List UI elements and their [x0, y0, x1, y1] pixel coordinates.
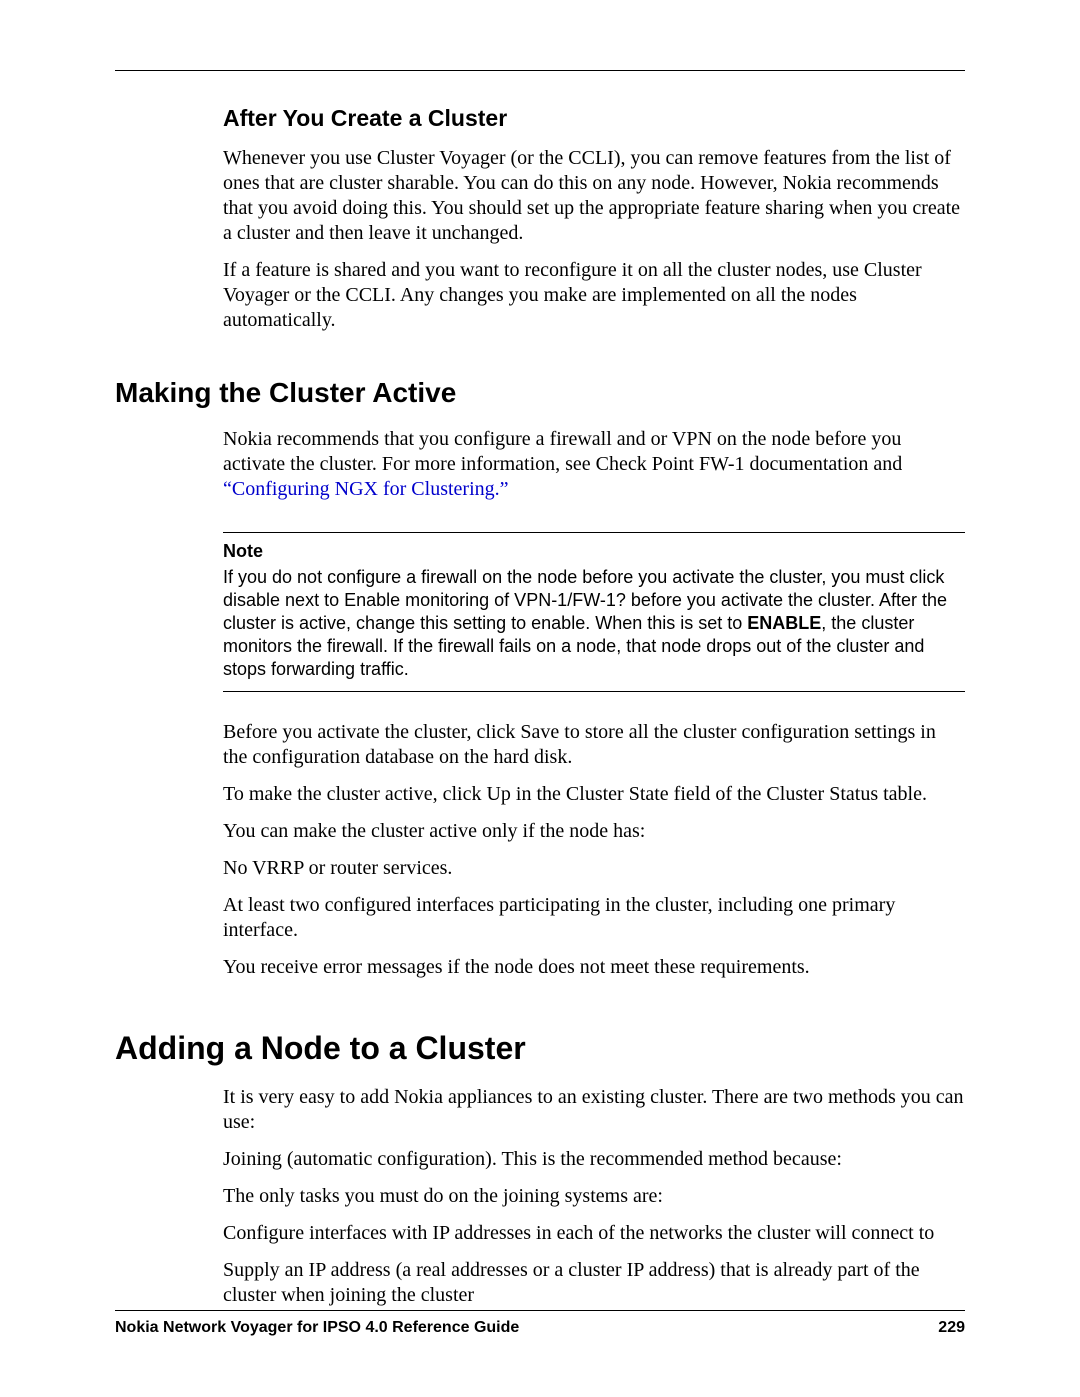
- para-active-5: You receive error messages if the node d…: [223, 955, 965, 980]
- page: After You Create a Cluster Whenever you …: [0, 0, 1080, 1397]
- footer: Nokia Network Voyager for IPSO 4.0 Refer…: [115, 1310, 965, 1337]
- bullet-add-1: Joining (automatic configuration). This …: [223, 1147, 965, 1172]
- heading-making-active: Making the Cluster Active: [115, 377, 965, 409]
- footer-rule: [115, 1310, 965, 1311]
- note-text: If you do not configure a firewall on th…: [223, 566, 965, 681]
- footer-row: Nokia Network Voyager for IPSO 4.0 Refer…: [115, 1319, 965, 1337]
- content-area: After You Create a Cluster Whenever you …: [115, 105, 965, 1320]
- heading-adding-node: Adding a Node to a Cluster: [115, 1030, 965, 1067]
- footer-page-number: 229: [938, 1319, 965, 1337]
- bullet-add-1-1-2: Supply an IP address (a real addresses o…: [223, 1258, 965, 1308]
- bullet-active-1: No VRRP or router services.: [223, 856, 965, 881]
- link-configuring-ngx[interactable]: “Configuring NGX for Clustering.”: [223, 478, 509, 500]
- section-making-active-body: Nokia recommends that you configure a fi…: [223, 427, 965, 980]
- bullet-add-1-1: The only tasks you must do on the joinin…: [223, 1184, 965, 1209]
- note-block: Note If you do not configure a firewall …: [223, 532, 965, 692]
- top-rule: [115, 70, 965, 71]
- section-adding-node-body: It is very easy to add Nokia appliances …: [223, 1085, 965, 1308]
- section-adding-node: Adding a Node to a Cluster It is very ea…: [115, 1030, 965, 1308]
- bullet-active-2: At least two configured interfaces parti…: [223, 893, 965, 943]
- note-strong-enable: ENABLE: [747, 613, 821, 633]
- para-active-3: To make the cluster active, click Up in …: [223, 782, 965, 807]
- footer-title: Nokia Network Voyager for IPSO 4.0 Refer…: [115, 1319, 519, 1337]
- section-making-active: Making the Cluster Active Nokia recommen…: [115, 377, 965, 980]
- para-active-4: You can make the cluster active only if …: [223, 819, 965, 844]
- para-active-2: Before you activate the cluster, click S…: [223, 720, 965, 770]
- para-after-1: Whenever you use Cluster Voyager (or the…: [223, 146, 965, 246]
- section-after-create: After You Create a Cluster Whenever you …: [223, 105, 965, 333]
- bullet-add-1-1-1: Configure interfaces with IP addresses i…: [223, 1221, 965, 1246]
- para-after-2: If a feature is shared and you want to r…: [223, 258, 965, 333]
- note-label: Note: [223, 541, 965, 562]
- para-add-1: It is very easy to add Nokia appliances …: [223, 1085, 965, 1135]
- heading-after-create: After You Create a Cluster: [223, 105, 965, 132]
- para-active-1-text: Nokia recommends that you configure a fi…: [223, 428, 902, 475]
- para-active-1: Nokia recommends that you configure a fi…: [223, 427, 965, 502]
